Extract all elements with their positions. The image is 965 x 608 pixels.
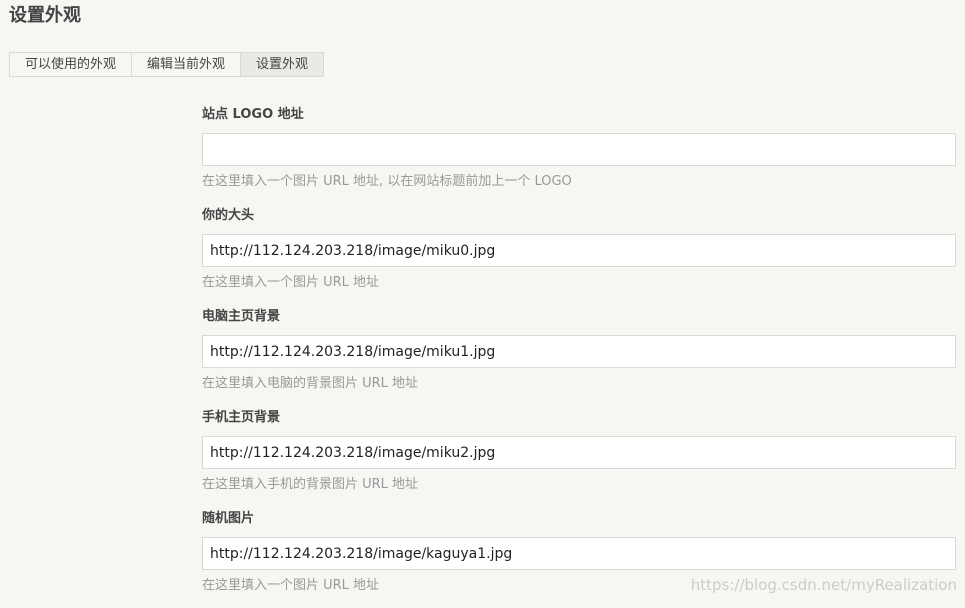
field-desktop-background: 电脑主页背景 在这里填入电脑的背景图片 URL 地址 [202, 305, 956, 406]
watermark: https://blog.csdn.net/myRealization [690, 576, 957, 594]
field-label: 随机图片 [202, 511, 255, 526]
field-label: 站点 LOGO 地址 [202, 107, 304, 122]
mobile-background-input[interactable] [202, 436, 956, 469]
field-label: 你的大头 [202, 208, 255, 223]
tab-bar: 可以使用的外观 编辑当前外观 设置外观 [9, 52, 324, 77]
random-image-input[interactable] [202, 537, 956, 570]
field-label: 手机主页背景 [202, 410, 281, 425]
tab-edit-current-theme[interactable]: 编辑当前外观 [132, 53, 241, 76]
field-description: 在这里填入电脑的背景图片 URL 地址 [202, 376, 419, 391]
tab-theme-settings[interactable]: 设置外观 [241, 53, 323, 76]
field-description: 在这里填入一个图片 URL 地址, 以在网站标题前加上一个 LOGO [202, 174, 572, 189]
field-mobile-background: 手机主页背景 在这里填入手机的背景图片 URL 地址 [202, 406, 956, 507]
avatar-url-input[interactable] [202, 234, 956, 267]
field-description: 在这里填入手机的背景图片 URL 地址 [202, 477, 419, 492]
site-logo-input[interactable] [202, 133, 956, 166]
field-label: 电脑主页背景 [202, 309, 281, 324]
field-site-logo: 站点 LOGO 地址 在这里填入一个图片 URL 地址, 以在网站标题前加上一个… [202, 103, 956, 204]
desktop-background-input[interactable] [202, 335, 956, 368]
field-avatar: 你的大头 在这里填入一个图片 URL 地址 [202, 204, 956, 305]
tab-available-themes[interactable]: 可以使用的外观 [10, 53, 132, 76]
settings-form: 站点 LOGO 地址 在这里填入一个图片 URL 地址, 以在网站标题前加上一个… [202, 103, 956, 608]
field-description: 在这里填入一个图片 URL 地址 [202, 578, 380, 593]
field-description: 在这里填入一个图片 URL 地址 [202, 275, 380, 290]
page-title: 设置外观 [9, 5, 81, 26]
